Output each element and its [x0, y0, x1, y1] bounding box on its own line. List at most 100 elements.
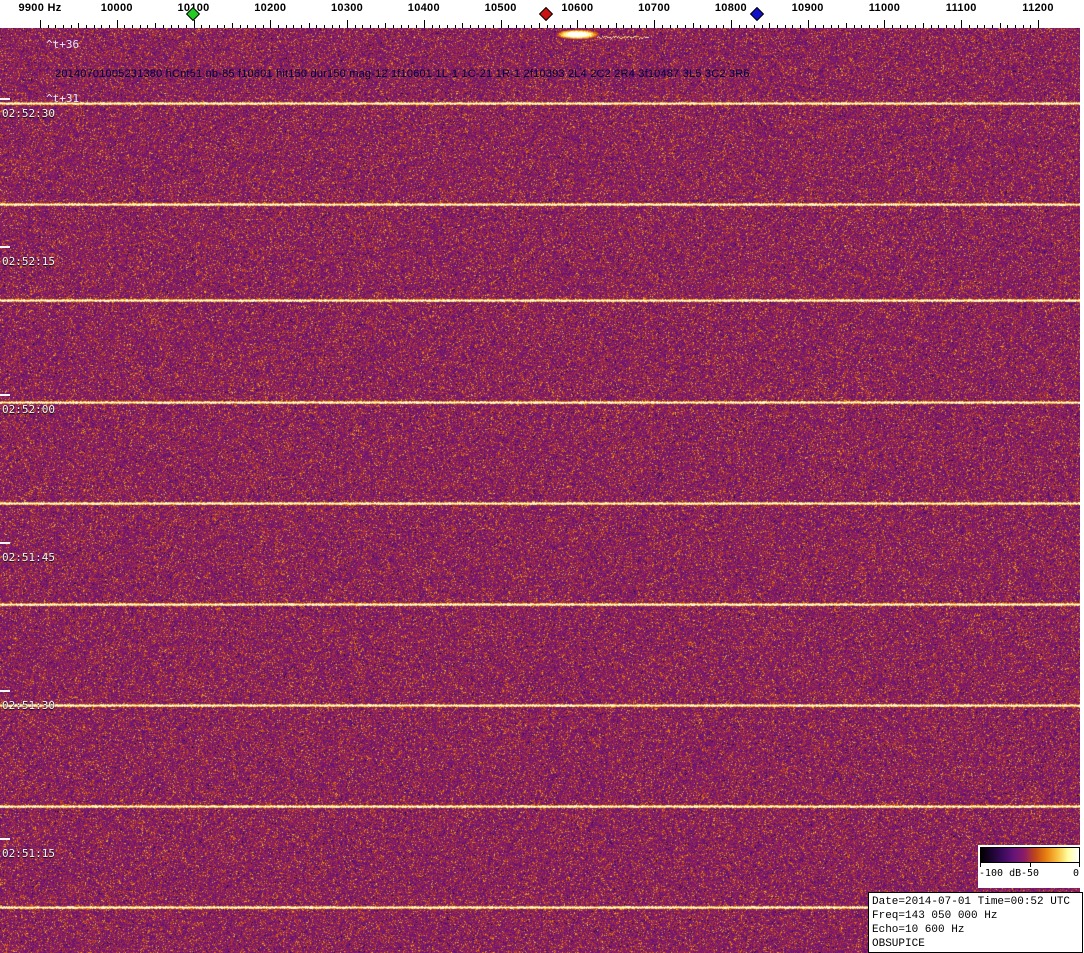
- freq-tick: [608, 25, 610, 28]
- freq-tick: [869, 25, 871, 28]
- marker-blue-diamond[interactable]: [749, 6, 764, 22]
- freq-tick: [224, 25, 226, 28]
- freq-tick: [546, 25, 548, 28]
- freq-tick: [592, 25, 594, 28]
- freq-tick: [124, 25, 126, 28]
- freq-tick: [976, 25, 978, 28]
- freq-tick: [400, 25, 402, 28]
- freq-tick: [439, 25, 441, 28]
- time-tick: [0, 98, 10, 100]
- colorbar-label-min: -100 dB: [979, 868, 1022, 879]
- freq-tick: [193, 20, 195, 28]
- freq-tick: [185, 25, 187, 28]
- freq-tick: [70, 25, 72, 28]
- spectrogram-plot: ^t+36 20140701005231380 hCnt51 nb-85 f10…: [0, 28, 1083, 953]
- freq-label: 10500: [484, 2, 517, 14]
- freq-tick: [1014, 25, 1016, 28]
- freq-tick: [370, 25, 372, 28]
- freq-tick: [661, 25, 663, 28]
- time-label: 02:52:30: [2, 107, 55, 120]
- info-echo-line: Echo=10 600 Hz: [872, 924, 965, 936]
- colorbar-label-max: 0: [1072, 868, 1079, 879]
- freq-tick: [692, 23, 694, 28]
- freq-tick: [331, 25, 333, 28]
- freq-tick: [938, 25, 940, 28]
- freq-tick: [178, 25, 180, 28]
- freq-tick: [623, 25, 625, 28]
- time-label: 02:51:15: [2, 847, 55, 860]
- freq-tick: [469, 25, 471, 28]
- freq-tick: [1030, 25, 1032, 28]
- colorbar-tick: [1030, 863, 1031, 867]
- freq-tick: [308, 23, 310, 28]
- freq-tick: [823, 25, 825, 28]
- freq-tick: [907, 25, 909, 28]
- freq-tick: [769, 23, 771, 28]
- freq-label: 10300: [331, 2, 364, 14]
- freq-tick: [1007, 25, 1009, 28]
- freq-tick: [147, 25, 149, 28]
- freq-tick: [569, 25, 571, 28]
- freq-tick: [109, 25, 111, 28]
- freq-tick: [654, 20, 656, 28]
- freq-tick: [684, 25, 686, 28]
- freq-tick: [454, 25, 456, 28]
- freq-tick: [462, 23, 464, 28]
- colorbar-tick: [1079, 863, 1080, 867]
- freq-tick: [738, 25, 740, 28]
- freq-tick: [316, 25, 318, 28]
- freq-tick: [139, 25, 141, 28]
- time-label: 02:51:45: [2, 551, 55, 564]
- freq-tick: [201, 25, 203, 28]
- freq-tick: [270, 20, 272, 28]
- freq-tick: [101, 25, 103, 28]
- freq-tick: [631, 25, 633, 28]
- spectrogram-canvas[interactable]: [0, 28, 1080, 953]
- freq-tick: [93, 25, 95, 28]
- freq-tick: [500, 20, 502, 28]
- freq-tick: [991, 25, 993, 28]
- info-date-line: Date=2014-07-01 Time=00:52 UTC: [872, 896, 1071, 908]
- freq-tick: [423, 20, 425, 28]
- marker-red-diamond[interactable]: [538, 6, 553, 22]
- freq-tick: [492, 25, 494, 28]
- freq-tick: [984, 25, 986, 28]
- freq-tick: [377, 25, 379, 28]
- freq-tick: [700, 25, 702, 28]
- freq-tick: [800, 25, 801, 28]
- freq-label: 11200: [1022, 2, 1054, 14]
- freq-tick: [884, 20, 886, 28]
- info-station-line: OBSUPICE: [872, 938, 925, 950]
- freq-tick: [784, 25, 786, 28]
- freq-tick: [208, 25, 210, 28]
- freq-tick: [132, 25, 134, 28]
- time-offset-annotation-36: ^t+36: [46, 38, 80, 51]
- time-tick: [0, 542, 10, 544]
- freq-tick: [78, 23, 80, 28]
- time-tick: [0, 838, 10, 840]
- frequency-axis: 9900 Hz100001010010200103001040010500106…: [0, 0, 1084, 28]
- freq-tick: [861, 25, 863, 28]
- freq-tick: [523, 25, 525, 28]
- freq-tick: [354, 25, 356, 28]
- freq-tick: [815, 25, 817, 28]
- freq-tick: [562, 25, 564, 28]
- freq-tick: [362, 25, 364, 28]
- time-label: 02:51:30: [2, 699, 55, 712]
- freq-tick: [846, 23, 848, 28]
- freq-tick: [393, 25, 395, 28]
- time-tick: [0, 690, 10, 692]
- freq-tick: [776, 25, 778, 28]
- colorbar-label-mid: -50: [1020, 868, 1040, 879]
- freq-tick: [753, 25, 755, 28]
- freq-tick: [531, 25, 533, 28]
- detection-annotation: 20140701005231380 hCnt51 nb-85 f10601 hi…: [55, 68, 750, 80]
- freq-tick: [792, 25, 794, 28]
- freq-label: 11100: [945, 2, 977, 14]
- freq-tick: [838, 25, 840, 28]
- freq-tick: [669, 25, 671, 28]
- freq-tick: [247, 25, 249, 28]
- freq-tick: [485, 25, 487, 28]
- colorbar-panel: -100 dB -50 0: [978, 845, 1082, 888]
- time-tick: [0, 246, 10, 248]
